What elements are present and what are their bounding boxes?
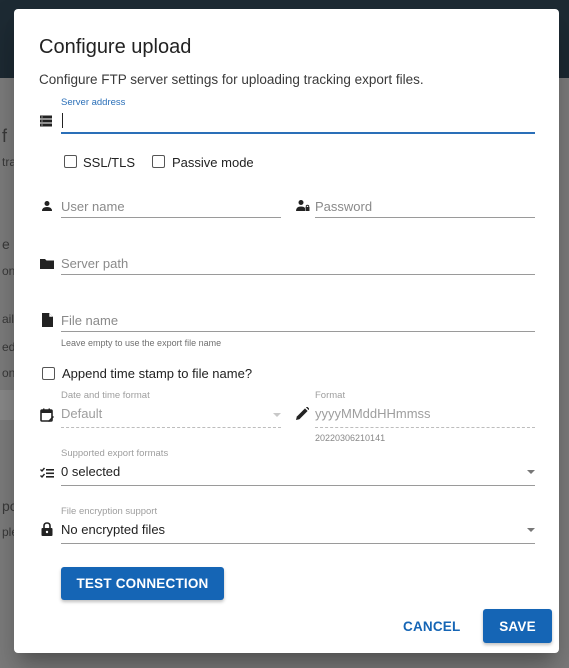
dialog-subtitle: Configure FTP server settings for upload… [39,72,424,87]
server-path-underline [61,274,535,275]
chevron-down-icon [527,528,535,532]
chevron-down-icon [273,413,281,417]
server-path-input[interactable]: Server path [61,256,128,271]
pencil-icon [296,406,310,421]
ssl-tls-checkbox[interactable] [64,155,77,168]
format-underline [315,427,535,428]
date-time-format-label: Date and time format [61,390,150,401]
server-address-label: Server address [61,97,126,108]
export-formats-label: Supported export formats [61,448,169,459]
test-connection-button[interactable]: TEST CONNECTION [61,567,224,600]
person-icon [41,199,55,213]
passive-mode-label: Passive mode [172,155,254,170]
append-timestamp-label: Append time stamp to file name? [62,366,253,381]
format-label: Format [315,390,346,401]
list-check-icon [40,466,54,480]
date-time-format-underline [61,427,281,428]
dialog-title: Configure upload [39,36,192,58]
export-formats-select[interactable]: 0 selected [61,464,120,479]
password-underline [315,217,535,218]
calendar-edit-icon [40,408,54,422]
lock-icon [41,522,55,536]
password-input[interactable]: Password [315,199,372,214]
encryption-select[interactable]: No encrypted files [61,522,165,537]
bg-text-fragment: f [2,126,8,146]
cancel-button[interactable]: CANCEL [403,619,460,634]
format-preview: 20220306210141 [315,433,386,443]
file-name-input[interactable]: File name [61,313,118,328]
server-address-underline [61,132,535,134]
configure-upload-dialog: Configure upload Configure FTP server se… [14,9,559,653]
format-input[interactable]: yyyyMMddHHmmss [315,406,431,421]
person-key-icon [296,199,310,213]
file-icon [42,313,56,327]
encryption-underline [61,543,535,544]
file-name-underline [61,331,535,332]
passive-mode-checkbox[interactable] [152,155,165,168]
date-time-format-select[interactable]: Default [61,406,102,421]
bg-text-fragment: e [2,236,10,252]
folder-icon [40,257,54,271]
text-cursor [62,113,63,128]
server-address-input[interactable] [61,112,533,130]
append-timestamp-checkbox[interactable] [42,367,55,380]
server-icon [39,114,53,128]
encryption-label: File encryption support [61,506,158,517]
user-name-underline [61,217,281,218]
file-name-hint: Leave empty to use the export file name [61,338,222,348]
chevron-down-icon [527,470,535,474]
save-button[interactable]: SAVE [483,609,552,643]
user-name-input[interactable]: User name [61,199,125,214]
export-formats-underline [61,485,535,486]
bg-text-fragment: ail [2,312,15,326]
ssl-tls-label: SSL/TLS [83,155,136,170]
